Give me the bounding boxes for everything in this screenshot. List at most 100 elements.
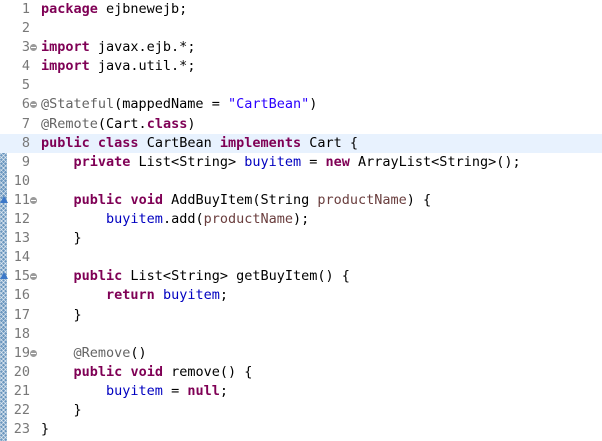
code-line[interactable]: 17 } [0,306,602,325]
code-token: @Remove [73,344,131,361]
code-token: ; [219,287,228,304]
code-token: } [41,306,82,323]
code-token: ejbnewejb; [97,1,188,17]
code-token: "CartBean" [227,96,310,113]
code-token: Cart { [301,134,359,151]
code-token: productName [203,211,293,228]
code-token: List<String> getBuyItem() { [122,268,350,285]
code-token: ); [292,211,310,228]
code-line[interactable]: 13 } [0,229,602,248]
code-token: } [41,230,82,247]
code-line[interactable]: 16 return buyitem; [0,286,602,305]
code-line[interactable]: 1 package ejbnewejb; [0,0,602,19]
code-line[interactable]: 2 [0,19,602,38]
code-line[interactable]: 7 @Remote(Cart.class) [0,115,602,134]
code-line[interactable]: 18 [0,325,602,344]
line-number: 21 [13,382,30,399]
code-token: ) [187,115,196,132]
line-number: 11 [13,191,30,208]
code-line[interactable]: 4 import java.util.*; [0,57,602,76]
code-token: public [73,363,123,380]
code-line[interactable]: 21 buyitem = null; [0,382,602,401]
fold-collapse-icon[interactable] [30,101,37,109]
code-token: List<String> [130,153,245,170]
line-number: 20 [13,363,30,380]
line-number: 22 [13,401,30,418]
code-line[interactable]: 22 } [0,401,602,420]
line-number: 17 [13,306,30,323]
code-token: new [325,153,350,170]
code-token: void [130,363,163,380]
code-text[interactable]: } [41,306,82,325]
code-token: = [301,153,326,170]
code-text[interactable]: @Remove() [41,344,147,363]
code-line[interactable]: 11 public void AddBuyItem(String product… [0,191,602,210]
code-text[interactable]: buyitem.add(productName); [41,210,309,229]
code-token: (Cart. [97,115,147,132]
code-token: remove() { [162,363,253,380]
fold-collapse-icon[interactable] [30,349,37,357]
fold-collapse-icon[interactable] [30,44,37,52]
line-number: 7 [21,115,30,132]
code-token: buyitem [106,211,163,228]
code-text[interactable]: @Stateful(mappedName = "CartBean") [41,95,317,114]
code-line[interactable]: 19 @Remove() [0,344,602,363]
code-text[interactable]: public void remove() { [41,363,253,382]
line-number: 19 [13,344,30,361]
code-text[interactable]: import java.util.*; [41,57,195,76]
code-token: ) [309,96,318,113]
code-token: ) { [406,191,432,208]
code-text[interactable]: package ejbnewejb; [41,0,187,19]
line-number: 3 [21,39,30,56]
code-token: javax.ejb.*; [89,39,196,56]
code-token: productName [317,191,407,208]
code-token: (mappedName = [114,96,228,113]
code-editor[interactable]: 1 package ejbnewejb; 2 3 import javax.ejb.*;… [0,0,602,441]
code-line[interactable]: 23} [0,420,602,439]
line-number: 12 [13,211,30,228]
code-line[interactable]: 6 @Stateful(mappedName = "CartBean") [0,95,602,114]
code-line[interactable]: 15 public List<String> getBuyItem() { [0,267,602,286]
code-line[interactable]: 5 [0,76,602,95]
code-token: @Stateful [41,96,115,113]
code-text[interactable]: @Remote(Cart.class) [41,115,195,134]
code-text[interactable]: } [41,401,82,420]
line-number: 5 [21,77,30,94]
line-number: 1 [21,1,30,17]
current-code-line[interactable]: 8 public class CartBean implements Cart { [0,133,602,153]
fold-collapse-icon[interactable] [30,196,37,204]
fold-collapse-icon[interactable] [30,273,37,281]
code-line[interactable]: 12 buyitem.add(productName); [0,210,602,229]
line-number: 13 [13,230,30,247]
code-token: buyitem [244,153,302,170]
code-token: CartBean [138,134,220,151]
code-text[interactable]: return buyitem; [41,286,228,305]
code-line[interactable]: 9 private List<String> buyitem = new Arr… [0,153,602,172]
code-line[interactable]: 20 public void remove() { [0,363,602,382]
code-line[interactable]: 10 [0,172,602,191]
line-number: 9 [21,153,30,170]
code-text[interactable]: buyitem = null; [41,382,228,401]
editor-lines[interactable]: 1 package ejbnewejb; 2 3 import javax.ejb.*;… [0,0,602,439]
code-text[interactable]: } [41,229,82,248]
code-text[interactable]: public class CartBean implements Cart { [41,134,358,153]
code-token: () [130,344,147,361]
code-token: AddBuyItem(String [162,191,318,208]
line-number: 23 [13,421,30,438]
code-text[interactable]: public List<String> getBuyItem() { [41,267,350,286]
code-token: .add( [162,211,204,228]
code-line[interactable]: 14 [0,248,602,267]
code-token: = [162,382,188,399]
code-token: private [73,153,131,170]
line-number: 2 [21,20,30,37]
code-token: return [106,287,155,304]
code-line[interactable]: 3 import javax.ejb.*; [0,38,602,57]
code-text[interactable]: public void AddBuyItem(String productNam… [41,191,432,210]
code-token: @Remote [41,115,98,132]
code-text[interactable]: } [41,420,49,439]
code-token: buyitem [106,382,163,399]
code-text[interactable]: private List<String> buyitem = new Array… [41,153,521,172]
code-text[interactable]: import javax.ejb.*; [41,38,195,57]
